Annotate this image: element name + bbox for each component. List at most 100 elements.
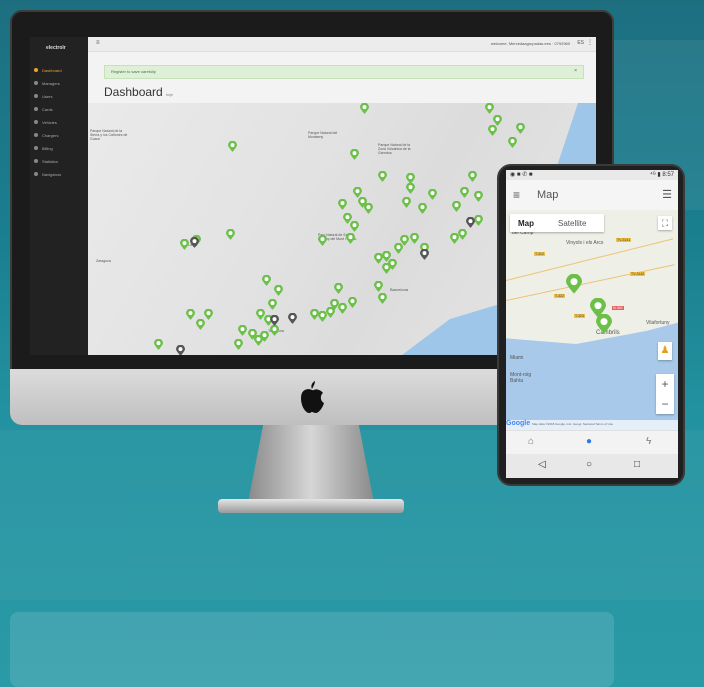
charger-marker-icon[interactable] (458, 229, 467, 240)
charger-marker-icon[interactable] (180, 239, 189, 250)
charger-marker-icon[interactable] (474, 191, 483, 202)
charger-marker-icon[interactable] (268, 299, 277, 310)
charger-marker-icon[interactable] (154, 339, 163, 350)
sidebar: electrolr Dashboard Managers Users Cards… (30, 37, 88, 355)
charger-marker-icon[interactable] (196, 319, 205, 330)
sidebar-item-statistics[interactable]: Statistics (34, 156, 86, 166)
charger-marker-icon[interactable] (410, 233, 419, 244)
charger-marker-icon[interactable] (378, 293, 387, 304)
status-time: ⁴ᴳ ▮ 8:57 (650, 172, 674, 178)
map-pin-icon[interactable]: ● (586, 436, 592, 447)
bolt-icon[interactable]: ϟ (646, 436, 651, 447)
charger-marker-icon[interactable] (566, 274, 582, 294)
charger-marker-icon[interactable] (474, 215, 483, 226)
home-nav-icon[interactable]: ○ (586, 459, 592, 470)
charger-marker-icon[interactable] (420, 249, 429, 260)
charger-marker-icon[interactable] (270, 315, 279, 326)
map-label: Zaragoza (96, 259, 111, 263)
charger-marker-icon[interactable] (326, 307, 335, 318)
charger-marker-icon[interactable] (466, 217, 475, 228)
alert-text: Register to save carefully (111, 69, 156, 74)
charger-marker-icon[interactable] (350, 221, 359, 232)
charger-marker-icon[interactable] (262, 275, 271, 286)
charger-marker-icon[interactable] (228, 141, 237, 152)
alert-banner: Register to save carefully × (104, 65, 584, 79)
mobile-map[interactable]: del Camp Vinyols i els Arcs Mont-roig Ba… (506, 210, 678, 430)
charger-marker-icon[interactable] (234, 339, 243, 350)
sidebar-item-users[interactable]: Users (34, 91, 86, 101)
sidebar-item-managers[interactable]: Managers (34, 78, 86, 88)
recents-icon[interactable]: □ (634, 459, 640, 470)
road-tag: T-322 (554, 294, 565, 298)
charger-marker-icon[interactable] (226, 229, 235, 240)
charger-marker-icon[interactable] (288, 313, 297, 324)
more-options-icon[interactable]: ⋮ (587, 39, 593, 46)
charger-marker-icon[interactable] (238, 325, 247, 336)
charger-marker-icon[interactable] (190, 237, 199, 248)
mobile-screen: ◉ ■ ✆ ■ ⁴ᴳ ▮ 8:57 ≡ Map ☰ del Camp Vinyo… (506, 170, 678, 478)
sidebar-item-billing[interactable]: Billing (34, 143, 86, 153)
map-type-control: Map Satellite (510, 214, 604, 232)
charger-marker-icon[interactable] (204, 309, 213, 320)
charger-marker-icon[interactable] (378, 171, 387, 182)
charger-marker-icon[interactable] (596, 314, 612, 334)
charger-marker-icon[interactable] (260, 331, 269, 342)
charger-marker-icon[interactable] (508, 137, 517, 148)
pegman-icon[interactable]: ♟ (658, 342, 672, 360)
charger-marker-icon[interactable] (360, 103, 369, 114)
charger-marker-icon[interactable] (418, 203, 427, 214)
zoom-in-button[interactable]: + (656, 374, 674, 394)
map-label: Parque Natural de la Sierra y los Cañone… (90, 129, 128, 141)
charger-marker-icon[interactable] (176, 345, 185, 355)
sidebar-item-chargers[interactable]: Chargers (34, 130, 86, 140)
charger-marker-icon[interactable] (274, 285, 283, 296)
charger-marker-icon[interactable] (338, 303, 347, 314)
charger-marker-icon[interactable] (350, 149, 359, 160)
dashboard-icon (34, 68, 38, 72)
sidebar-item-vehicles[interactable]: Vehicles (34, 117, 86, 127)
charger-marker-icon[interactable] (428, 189, 437, 200)
charger-marker-icon[interactable] (382, 263, 391, 274)
charger-marker-icon[interactable] (270, 325, 279, 336)
charger-marker-icon[interactable] (186, 309, 195, 320)
charger-marker-icon[interactable] (334, 283, 343, 294)
charger-marker-icon[interactable] (488, 125, 497, 136)
road-tag: TV-3142 (630, 272, 646, 276)
charger-marker-icon[interactable] (318, 235, 327, 246)
charger-marker-icon[interactable] (364, 203, 373, 214)
fullscreen-icon[interactable]: ⛶ (658, 216, 672, 230)
map-label: Parque Natural del Montseny (308, 131, 338, 139)
hamburger-icon[interactable]: ≡ (513, 188, 520, 202)
charger-marker-icon[interactable] (452, 201, 461, 212)
google-logo: Google (506, 420, 531, 427)
android-navbar: ◁ ○ □ (506, 454, 678, 478)
map-type-satellite[interactable]: Satellite (558, 219, 586, 228)
billing-icon (34, 146, 38, 150)
map-label: Vilafortuny (646, 320, 670, 326)
charger-marker-icon[interactable] (468, 171, 477, 182)
charger-marker-icon[interactable] (374, 281, 383, 292)
charger-marker-icon[interactable] (460, 187, 469, 198)
hamburger-icon[interactable]: ≡ (96, 40, 100, 46)
charger-marker-icon[interactable] (485, 103, 494, 114)
home-icon[interactable]: ⌂ (528, 436, 534, 447)
zoom-out-button[interactable]: − (656, 394, 674, 414)
sidebar-item-dashboard[interactable]: Dashboard (34, 65, 86, 75)
charger-marker-icon[interactable] (402, 197, 411, 208)
close-icon[interactable]: × (574, 68, 577, 74)
charger-marker-icon[interactable] (348, 297, 357, 308)
charger-marker-icon[interactable] (400, 235, 409, 246)
charger-marker-icon[interactable] (346, 233, 355, 244)
map-type-map[interactable]: Map (518, 219, 534, 228)
charger-marker-icon[interactable] (338, 199, 347, 210)
language-selector[interactable]: ES (577, 40, 584, 46)
back-icon[interactable]: ◁ (538, 459, 546, 470)
vehicles-icon (34, 120, 38, 124)
filter-icon[interactable]: ☰ (662, 188, 672, 201)
charger-marker-icon[interactable] (516, 123, 525, 134)
sidebar-item-navigators[interactable]: Navigators (34, 169, 86, 179)
reflection (10, 612, 614, 687)
charger-marker-icon[interactable] (406, 183, 415, 194)
sidebar-item-cards[interactable]: Cards (34, 104, 86, 114)
managers-icon (34, 81, 38, 85)
